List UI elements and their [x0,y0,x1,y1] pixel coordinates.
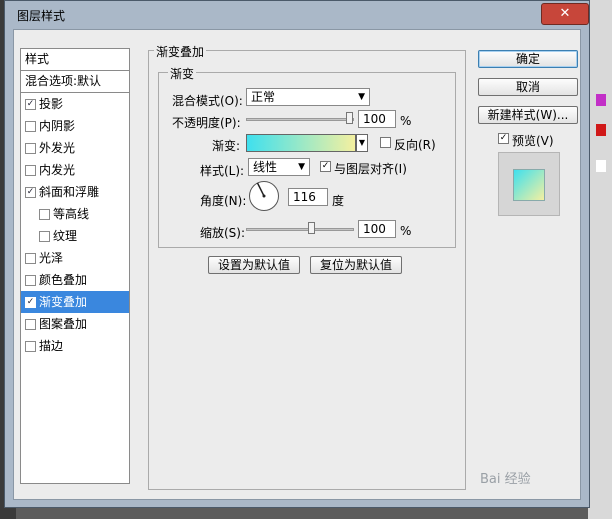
dialog-title: 图层样式 [17,9,66,23]
opacity-input[interactable]: 100 [358,110,396,128]
reset-default-button[interactable]: 复位为默认值 [310,256,402,274]
style-item-checkbox[interactable] [25,165,36,176]
blend-mode-value: 正常 [251,90,276,104]
style-select[interactable]: 线性 ▼ [248,158,310,176]
style-item-label: 投影 [39,97,64,111]
styles-header[interactable]: 样式 [21,49,129,71]
style-item-checkbox[interactable]: ✓ [25,187,36,198]
angle-label: 角度(N): [200,194,247,208]
style-item-checkbox[interactable] [25,143,36,154]
style-item-label: 外发光 [39,141,76,155]
preview-swatch [513,169,545,201]
layer-style-dialog: 图层样式 ✕ 样式 混合选项:默认 ✓ 投影 内阴影 外发光 内发光 ✓ 斜面和浮雕 等高线纹… [4,0,590,508]
style-item[interactable]: 颜色叠加 [21,269,129,291]
watermark: Bai 经验 [480,472,531,487]
scale-label: 缩放(S): [200,226,246,240]
style-item-checkbox[interactable] [25,319,36,330]
new-style-button[interactable]: 新建样式(W)... [478,106,578,124]
make-default-button[interactable]: 设置为默认值 [208,256,300,274]
style-item[interactable]: ✓ 渐变叠加 [21,291,129,313]
style-item[interactable]: 内阴影 [21,115,129,137]
style-item-label: 纹理 [53,229,78,243]
style-item-label: 渐变叠加 [39,295,88,309]
style-item[interactable]: 外发光 [21,137,129,159]
ok-button[interactable]: 确定 [478,50,578,68]
cancel-button[interactable]: 取消 [478,78,578,96]
gradient-picker[interactable] [246,134,356,152]
opacity-label: 不透明度(P): [172,116,241,130]
style-item-checkbox[interactable]: ✓ [25,297,36,308]
background-panel-right [588,0,612,519]
preview-label: 预览(V) [512,134,554,148]
blend-mode-label: 混合模式(O): [172,94,243,108]
opacity-slider[interactable] [246,118,354,121]
style-label: 样式(L): [200,164,245,178]
title-bar[interactable]: 图层样式 ✕ [5,1,589,29]
scale-percent: % [400,224,412,238]
style-item-label: 等高线 [53,207,90,221]
align-with-layer-checkbox[interactable]: ✓ [320,161,331,172]
scale-input[interactable]: 100 [358,220,396,238]
style-item-label: 内阴影 [39,119,76,133]
style-item-checkbox[interactable] [25,121,36,132]
style-item[interactable]: 等高线 [21,203,129,225]
style-item-label: 图案叠加 [39,317,88,331]
opacity-percent: % [400,114,412,128]
scale-slider[interactable] [246,228,354,231]
gradient-dropdown-chevron-icon[interactable]: ▼ [356,134,368,152]
scale-slider-thumb[interactable] [308,222,315,234]
style-items: ✓ 投影 内阴影 外发光 内发光 ✓ 斜面和浮雕 等高线 纹理 光泽 颜色叠加 ✓ 渐变叠加 图案叠加 描边 [21,93,129,357]
swatch-white [596,160,606,172]
opacity-slider-thumb[interactable] [346,112,353,124]
section-title: 渐变叠加 [154,43,207,60]
align-with-layer-label: 与图层对齐(I) [334,162,407,176]
style-item[interactable]: 图案叠加 [21,313,129,335]
preview-checkbox[interactable]: ✓ [498,133,509,144]
angle-needle-icon [256,182,266,198]
style-item-label: 内发光 [39,163,76,177]
preview-thumbnail [498,152,560,216]
blend-mode-select[interactable]: 正常 ▼ [246,88,370,106]
style-item-checkbox[interactable] [25,253,36,264]
style-item[interactable]: 光泽 [21,247,129,269]
style-item[interactable]: 内发光 [21,159,129,181]
style-item-label: 斜面和浮雕 [39,185,100,199]
style-value: 线性 [253,160,278,174]
styles-list: 样式 混合选项:默认 ✓ 投影 内阴影 外发光 内发光 ✓ 斜面和浮雕 等高线 纹理 光泽 颜色叠加… [20,48,130,484]
style-item[interactable]: 描边 [21,335,129,357]
style-item[interactable]: 纹理 [21,225,129,247]
angle-input[interactable]: 116 [288,188,328,206]
style-item-checkbox[interactable] [25,275,36,286]
style-item-checkbox[interactable]: ✓ [25,99,36,110]
style-item[interactable]: ✓ 斜面和浮雕 [21,181,129,203]
swatch-magenta [596,94,606,106]
reverse-label: 反向(R) [394,138,436,152]
dialog-client: 样式 混合选项:默认 ✓ 投影 内阴影 外发光 内发光 ✓ 斜面和浮雕 等高线 纹理 光泽 颜色叠加… [13,29,581,500]
close-button[interactable]: ✕ [541,3,589,25]
reverse-checkbox[interactable] [380,137,391,148]
style-item-checkbox[interactable] [39,209,50,220]
chevron-down-icon: ▼ [298,162,305,172]
style-item-checkbox[interactable] [25,341,36,352]
chevron-down-icon: ▼ [358,92,365,102]
style-item[interactable]: ✓ 投影 [21,93,129,115]
blend-options-item[interactable]: 混合选项:默认 [21,71,129,93]
angle-dial[interactable] [249,181,279,211]
style-item-label: 描边 [39,339,64,353]
swatch-red [596,124,606,136]
style-item-label: 光泽 [39,251,64,265]
style-item-label: 颜色叠加 [39,273,88,287]
group-title: 渐变 [168,65,197,82]
gradient-label: 渐变: [212,139,241,153]
style-item-checkbox[interactable] [39,231,50,242]
angle-unit: 度 [332,194,345,208]
